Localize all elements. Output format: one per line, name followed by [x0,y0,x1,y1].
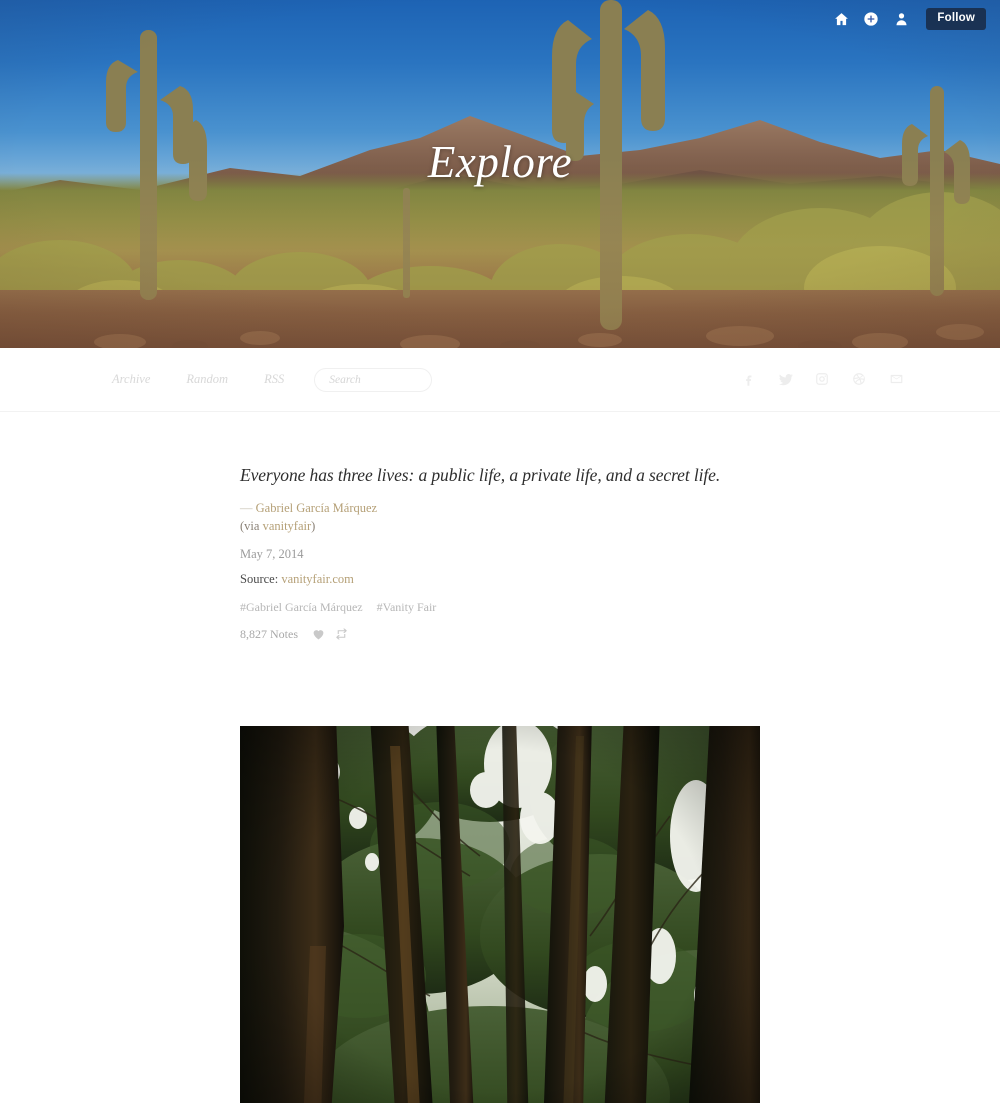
hero-banner: Explore Follow [0,0,1000,348]
post-date: May 7, 2014 [240,546,304,561]
page-title: Explore [427,137,573,187]
quote-via-line: (via vanityfair) [240,517,760,535]
forest-photo-art [240,725,760,1103]
nav-links: Archive Random RSS [112,367,433,392]
search-box[interactable] [314,367,433,392]
notes-count[interactable]: 8,827 Notes [240,627,298,642]
post-photo[interactable] [240,725,760,1103]
post-tags: #Gabriel García Márquez #Vanity Fair [240,598,760,616]
quote-author-link[interactable]: Gabriel García Márquez [256,501,377,515]
instagram-icon[interactable] [815,372,830,387]
email-icon[interactable] [889,372,904,387]
nav-link-archive[interactable]: Archive [112,372,150,387]
reblog-icon[interactable] [335,628,348,641]
via-suffix: ) [311,518,316,533]
quote-post: Everyone has three lives: a public life,… [240,464,760,642]
compose-icon[interactable] [858,6,884,32]
account-icon[interactable] [888,6,914,32]
via-link[interactable]: vanityfair [263,519,312,533]
like-icon[interactable] [312,628,325,641]
main-content: Everyone has three lives: a public life,… [0,412,1000,1103]
tag-link[interactable]: #Vanity Fair [377,600,437,614]
search-input[interactable] [327,372,420,387]
post-source-line: Source: vanityfair.com [240,572,760,587]
page-root: Explore Follow Archive Random RSS Search… [0,0,1000,1103]
tumblr-top-bar: Follow [0,0,1000,38]
post-notes-row: 8,827 Notes [240,627,760,642]
social-links [741,372,904,387]
quote-dash: — [240,500,253,515]
nav-link-rss[interactable]: RSS [264,372,284,387]
via-prefix: (via [240,518,263,533]
twitter-icon[interactable] [778,372,793,387]
dribbble-icon[interactable] [852,372,867,387]
home-icon[interactable] [828,6,854,32]
quote-attribution: — Gabriel García Márquez (via vanityfair… [240,499,760,535]
follow-button[interactable]: Follow [926,7,986,31]
tag-link[interactable]: #Gabriel García Márquez [240,600,363,614]
source-label: Source: [240,571,279,586]
nav-link-random[interactable]: Random [186,372,228,387]
site-navbar: Archive Random RSS [0,348,1000,412]
quote-text: Everyone has three lives: a public life,… [240,465,721,485]
facebook-icon[interactable] [741,372,756,387]
photo-post [240,725,760,1103]
source-link[interactable]: vanityfair.com [281,572,354,586]
